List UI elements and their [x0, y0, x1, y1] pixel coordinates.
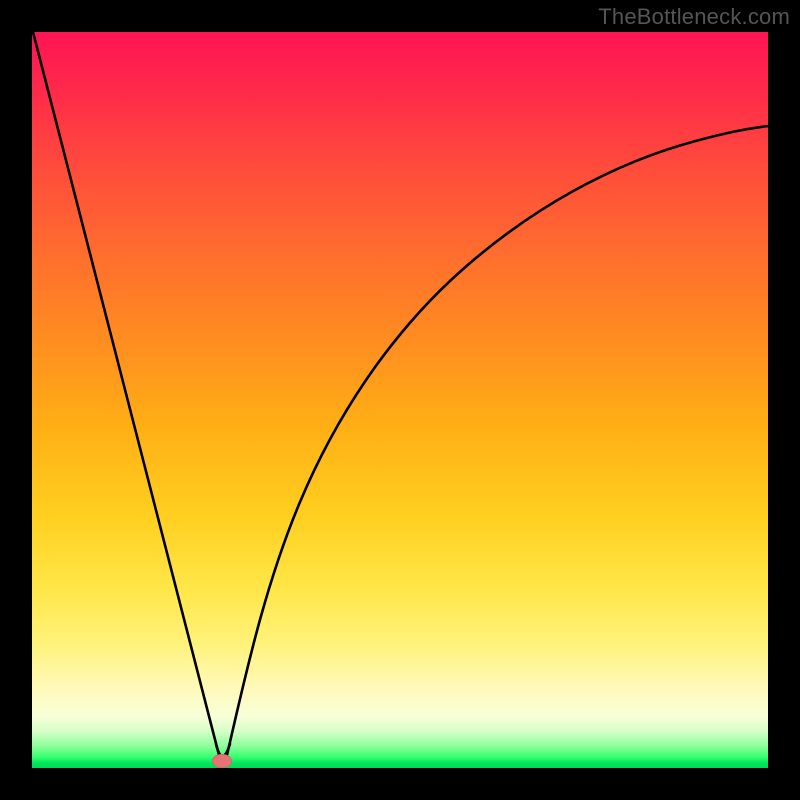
- curve-right-branch: [226, 126, 768, 759]
- curve-left-branch: [33, 32, 220, 759]
- plot-area: [32, 32, 768, 768]
- watermark-text: TheBottleneck.com: [598, 4, 790, 30]
- optimal-point-marker: [212, 754, 232, 768]
- bottleneck-curve: [32, 32, 768, 768]
- chart-frame: TheBottleneck.com: [0, 0, 800, 800]
